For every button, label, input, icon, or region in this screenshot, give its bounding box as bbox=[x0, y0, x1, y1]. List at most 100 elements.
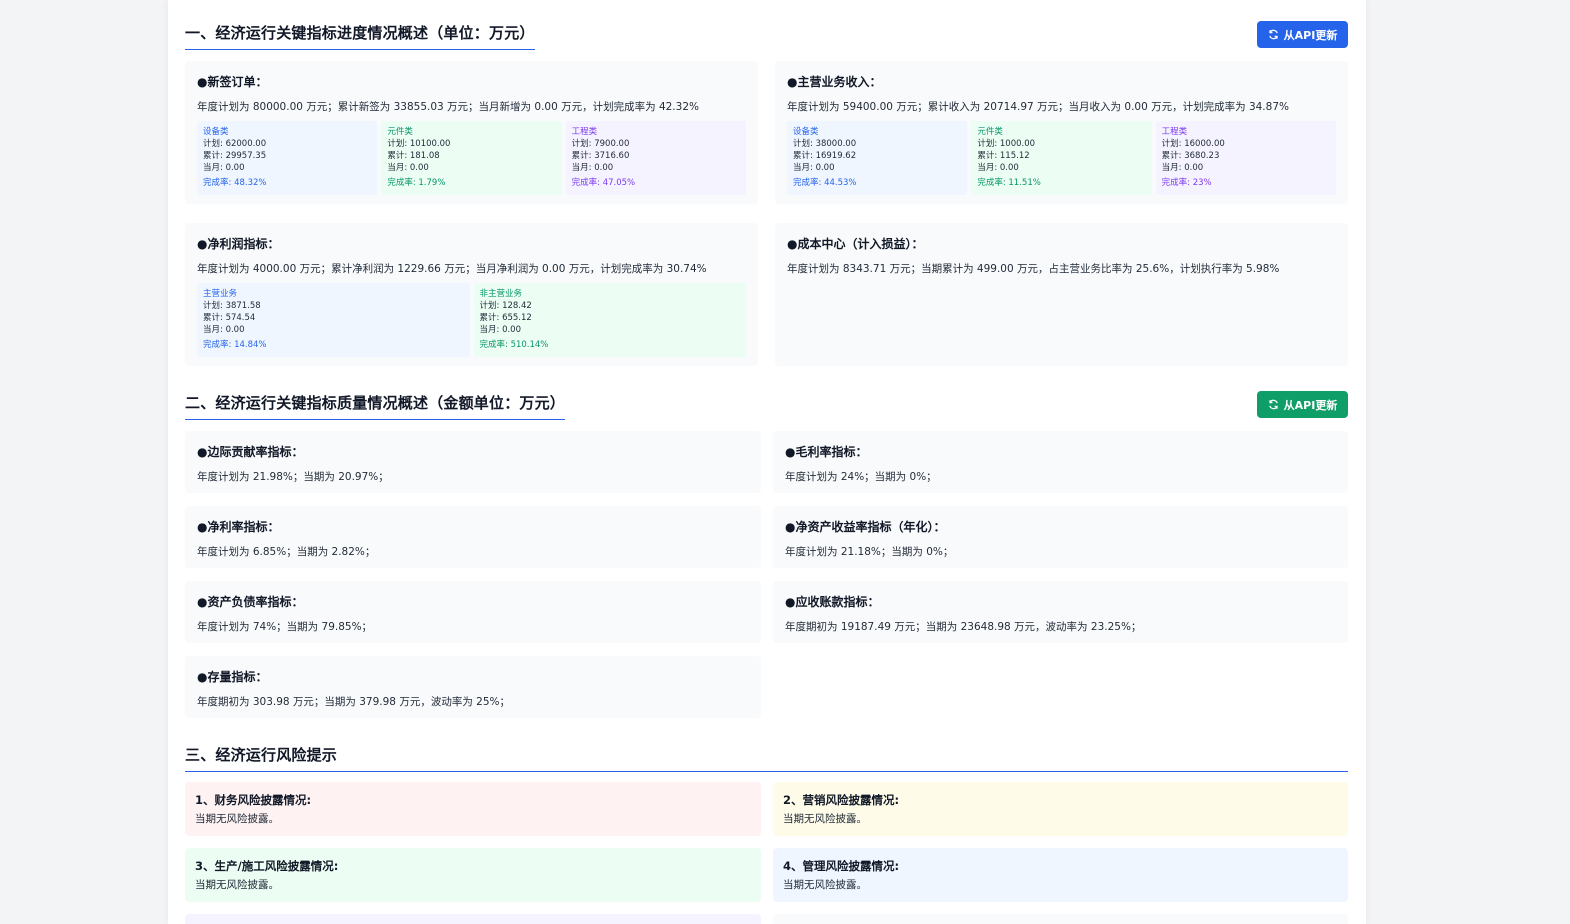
sub-card-engineering: 工程类 计划: 16000.00 累计: 3680.23 当月: 0.00 完成… bbox=[1155, 121, 1336, 195]
card-cost-center: ●成本中心（计入损益）： 年度计划为 8343.71 万元；当期累计为 499.… bbox=[775, 223, 1348, 366]
risk-marketing: 2、营销风险披露情况: 当期无风险披露。 bbox=[773, 782, 1348, 836]
sub-plan: 计划: 128.42 bbox=[479, 301, 532, 311]
card-text: 年度计划为 8343.71 万元；当期累计为 499.00 万元，占主营业务比率… bbox=[787, 263, 1280, 275]
sub-cumulative: 累计: 181.08 bbox=[387, 151, 440, 161]
card-net-margin: ●净利率指标： 年度计划为 6.85%；当期为 2.82%； bbox=[185, 506, 761, 568]
card-title: ●净资产收益率指标（年化）： bbox=[785, 520, 946, 534]
card-title: ●成本中心（计入损益）： bbox=[787, 237, 924, 251]
card-marginal-contribution: ●边际贡献率指标： 年度计划为 21.98%；当期为 20.97%； bbox=[185, 431, 761, 493]
sub-card-equipment: 设备类 计划: 62000.00 累计: 29957.35 当月: 0.00 完… bbox=[197, 121, 378, 195]
card-inventory: ●存量指标： 年度期初为 303.98 万元；当期为 379.98 万元，波动率… bbox=[185, 656, 761, 718]
section-2-title: 二、经济运行关键指标质量情况概述（金额单位：万元） bbox=[185, 392, 566, 420]
risk-production: 3、生产/施工风险披露情况: 当期无风险披露。 bbox=[185, 848, 761, 902]
section-1-title: 一、经济运行关键指标进度情况概述（单位：万元） bbox=[185, 22, 535, 50]
sub-name: 设备类 bbox=[203, 127, 229, 137]
card-text: 年度计划为 24%；当期为 0%； bbox=[785, 471, 937, 483]
sub-cumulative: 累计: 3716.60 bbox=[571, 151, 630, 161]
sub-name: 工程类 bbox=[571, 127, 598, 137]
card-title: ●新签订单： bbox=[197, 75, 268, 89]
section-3-title: 三、经济运行风险提示 bbox=[185, 744, 1348, 772]
card-gross-margin: ●毛利率指标： 年度计划为 24%；当期为 0%； bbox=[773, 431, 1348, 493]
sub-month: 当月: 0.00 bbox=[793, 163, 835, 173]
sub-card-non-main-business: 非主营业务 计划: 128.42 累计: 655.12 当月: 0.00 完成率… bbox=[473, 283, 746, 357]
sub-rate: 完成率: 47.05% bbox=[571, 178, 636, 188]
risk-card-partial bbox=[773, 914, 1348, 924]
api-refresh-label: 从API更新 bbox=[1283, 398, 1338, 412]
card-text: 年度计划为 4000.00 万元；累计净利润为 1229.66 万元；当月净利润… bbox=[197, 263, 707, 275]
risk-text: 当期无风险披露。 bbox=[195, 813, 279, 825]
risk-title: 1、财务风险披露情况: bbox=[195, 793, 312, 807]
sub-cumulative: 累计: 115.12 bbox=[977, 151, 1030, 161]
card-title: ●存量指标： bbox=[197, 670, 268, 684]
sub-name: 工程类 bbox=[1161, 127, 1188, 137]
sub-card-engineering: 工程类 计划: 7900.00 累计: 3716.60 当月: 0.00 完成率… bbox=[565, 121, 746, 195]
sub-month: 当月: 0.00 bbox=[387, 163, 429, 173]
sub-card-equipment: 设备类 计划: 38000.00 累计: 16919.62 当月: 0.00 完… bbox=[787, 121, 968, 195]
sub-plan: 计划: 16000.00 bbox=[1161, 139, 1225, 149]
card-title: ●应收账款指标： bbox=[785, 595, 880, 609]
sub-rate: 完成率: 14.84% bbox=[203, 340, 267, 350]
refresh-icon bbox=[1268, 399, 1278, 410]
sub-plan: 计划: 7900.00 bbox=[571, 139, 630, 149]
sub-month: 当月: 0.00 bbox=[1161, 163, 1204, 173]
card-text: 年度计划为 74%；当期为 79.85%； bbox=[197, 621, 373, 633]
sub-name: 设备类 bbox=[793, 127, 819, 137]
sub-rate: 完成率: 1.79% bbox=[387, 178, 446, 188]
sub-rate: 完成率: 23% bbox=[1161, 178, 1212, 188]
card-title: ●净利润指标： bbox=[197, 237, 280, 251]
card-net-profit: ●净利润指标： 年度计划为 4000.00 万元；累计净利润为 1229.66 … bbox=[185, 223, 758, 366]
card-new-orders: ●新签订单： 年度计划为 80000.00 万元；累计新签为 33855.03 … bbox=[185, 61, 758, 204]
card-title: ●边际贡献率指标： bbox=[197, 445, 304, 459]
card-text: 年度计划为 59400.00 万元；累计收入为 20714.97 万元；当月收入… bbox=[787, 101, 1289, 113]
sub-month: 当月: 0.00 bbox=[977, 163, 1019, 173]
report-panel: 一、经济运行关键指标进度情况概述（单位：万元） 从API更新 ●新签订单： 年度… bbox=[168, 0, 1366, 924]
sub-plan: 计划: 1000.00 bbox=[977, 139, 1036, 149]
sub-plan: 计划: 38000.00 bbox=[793, 139, 857, 149]
sub-plan: 计划: 62000.00 bbox=[203, 139, 267, 149]
sub-plan: 计划: 3871.58 bbox=[203, 301, 261, 311]
sub-cumulative: 累计: 29957.35 bbox=[203, 151, 267, 161]
sub-month: 当月: 0.00 bbox=[571, 163, 614, 173]
sub-rate: 完成率: 510.14% bbox=[479, 340, 549, 350]
card-receivables: ●应收账款指标： 年度期初为 19187.49 万元；当期为 23648.98 … bbox=[773, 581, 1348, 643]
card-title: ●毛利率指标： bbox=[785, 445, 868, 459]
api-refresh-button-2[interactable]: 从API更新 bbox=[1257, 391, 1348, 418]
card-main-revenue: ●主营业务收入： 年度计划为 59400.00 万元；累计收入为 20714.9… bbox=[775, 61, 1348, 204]
sub-card-component: 元件类 计划: 1000.00 累计: 115.12 当月: 0.00 完成率:… bbox=[971, 121, 1152, 195]
sub-rate: 完成率: 44.53% bbox=[793, 178, 857, 188]
sub-cumulative: 累计: 574.54 bbox=[203, 313, 256, 323]
card-text: 年度计划为 21.98%；当期为 20.97%； bbox=[197, 471, 389, 483]
sub-cumulative: 累计: 3680.23 bbox=[1161, 151, 1220, 161]
card-text: 年度计划为 21.18%；当期为 0%； bbox=[785, 546, 954, 558]
sub-name: 元件类 bbox=[977, 127, 1003, 137]
risk-text: 当期无风险披露。 bbox=[783, 813, 867, 825]
card-title: ●净利率指标： bbox=[197, 520, 280, 534]
card-text: 年度计划为 80000.00 万元；累计新签为 33855.03 万元；当月新增… bbox=[197, 101, 699, 113]
card-text: 年度计划为 6.85%；当期为 2.82%； bbox=[197, 546, 376, 558]
card-title: ●资产负债率指标： bbox=[197, 595, 304, 609]
risk-text: 当期无风险披露。 bbox=[195, 879, 279, 891]
sub-card-component: 元件类 计划: 10100.00 累计: 181.08 当月: 0.00 完成率… bbox=[381, 121, 562, 195]
card-roe: ●净资产收益率指标（年化）： 年度计划为 21.18%；当期为 0%； bbox=[773, 506, 1348, 568]
sub-name: 主营业务 bbox=[203, 289, 238, 299]
sub-month: 当月: 0.00 bbox=[203, 325, 245, 335]
card-text: 年度期初为 303.98 万元；当期为 379.98 万元，波动率为 25%； bbox=[197, 696, 511, 708]
sub-card-main-business: 主营业务 计划: 3871.58 累计: 574.54 当月: 0.00 完成率… bbox=[197, 283, 470, 357]
risk-text: 当期无风险披露。 bbox=[783, 879, 867, 891]
risk-management: 4、管理风险披露情况: 当期无风险披露。 bbox=[773, 848, 1348, 902]
card-title: ●主营业务收入： bbox=[787, 75, 882, 89]
api-refresh-label: 从API更新 bbox=[1283, 28, 1338, 42]
risk-title: 3、生产/施工风险披露情况: bbox=[195, 859, 339, 873]
sub-rate: 完成率: 11.51% bbox=[977, 178, 1041, 188]
sub-plan: 计划: 10100.00 bbox=[387, 139, 451, 149]
card-debt-ratio: ●资产负债率指标： 年度计划为 74%；当期为 79.85%； bbox=[185, 581, 761, 643]
risk-financial: 1、财务风险披露情况: 当期无风险披露。 bbox=[185, 782, 761, 836]
risk-card-partial bbox=[185, 914, 761, 924]
sub-month: 当月: 0.00 bbox=[479, 325, 522, 335]
sub-cumulative: 累计: 16919.62 bbox=[793, 151, 857, 161]
api-refresh-button-1[interactable]: 从API更新 bbox=[1257, 21, 1348, 48]
sub-name: 非主营业务 bbox=[479, 289, 523, 299]
sub-month: 当月: 0.00 bbox=[203, 163, 245, 173]
risk-title: 4、管理风险披露情况: bbox=[783, 859, 900, 873]
sub-rate: 完成率: 48.32% bbox=[203, 178, 267, 188]
